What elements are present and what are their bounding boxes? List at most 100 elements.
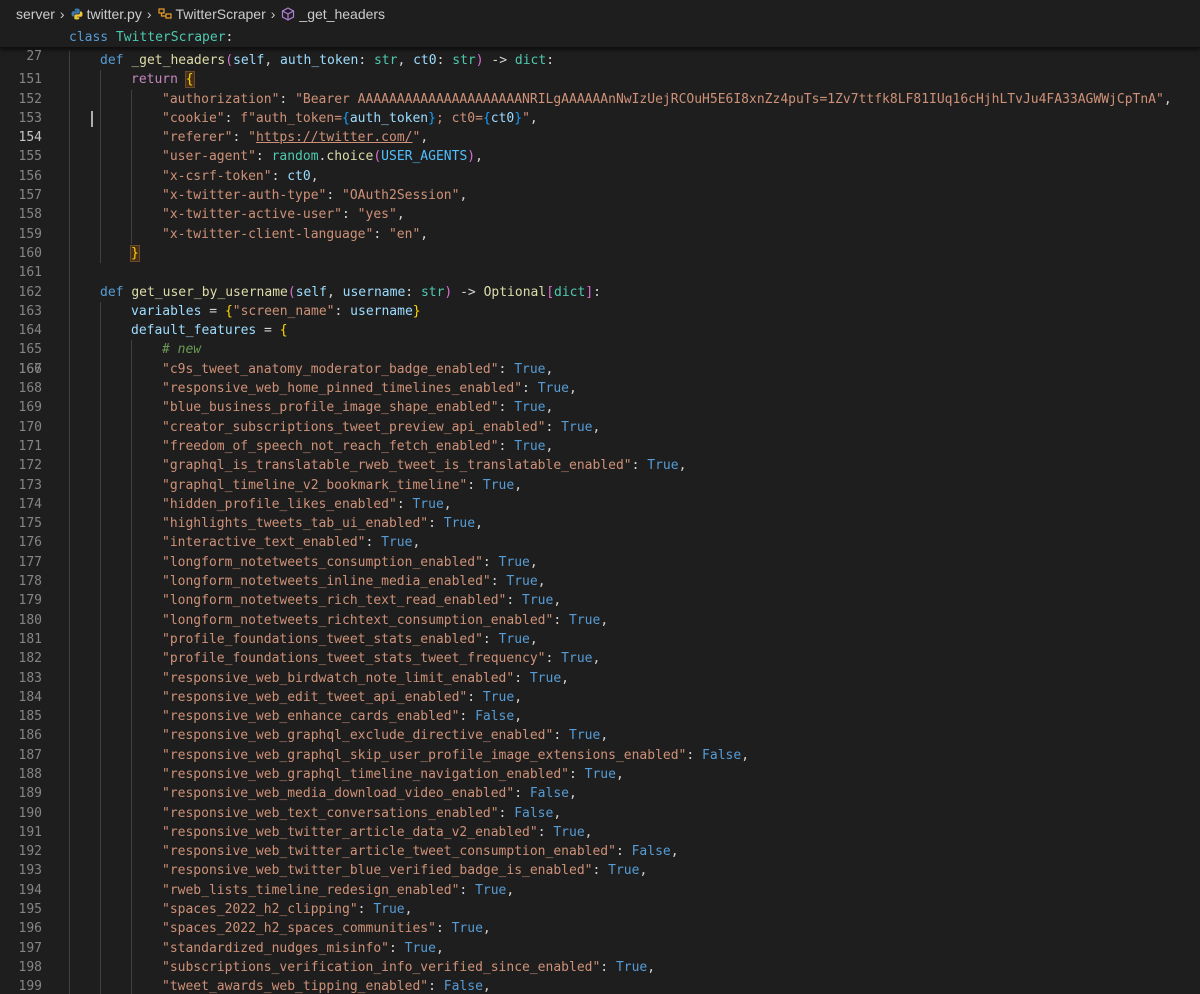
- line-number: 193: [18, 863, 42, 879]
- feature-line[interactable]: 173 "graphql_timeline_v2_bookmark_timelin…: [0, 475, 1200, 495]
- breadcrumb-label: twitter.py: [86, 6, 142, 22]
- feature-line[interactable]: 168 "responsive_web_home_pinned_timelines…: [0, 379, 1200, 399]
- feature-value: True: [404, 940, 436, 956]
- code-line-165[interactable]: 165 default_features = {: [0, 321, 1200, 357]
- line-number: 173: [18, 477, 42, 493]
- code-line-155[interactable]: 155 "referer": "https://twitter.com/",: [0, 128, 1200, 164]
- feature-line[interactable]: 171 "freedom_of_speech_not_reach_fetch_en…: [0, 436, 1200, 457]
- feature-line[interactable]: 199 "tweet_awards_web_tipping_enabled": F…: [0, 977, 1200, 994]
- feature-line[interactable]: 172 "graphql_is_translatable_rweb_tweet_i…: [0, 456, 1200, 476]
- feature-line[interactable]: 170 "creator_subscriptions_tweet_preview_…: [0, 417, 1200, 437]
- feature-key: "interactive_text_enabled": [162, 535, 366, 551]
- feature-line[interactable]: 174 "hidden_profile_likes_enabled": True,: [0, 494, 1200, 515]
- line-number: 169: [18, 400, 42, 416]
- line-number: 177: [18, 554, 42, 570]
- code-text: "x-twitter-active-user": "yes",: [162, 207, 405, 223]
- feature-line[interactable]: 184 "responsive_web_edit_tweet_api_enable…: [0, 687, 1200, 708]
- line-number: 167: [18, 361, 42, 377]
- feature-line[interactable]: 189 "responsive_web_media_download_video_…: [0, 784, 1200, 804]
- code-line-164[interactable]: 164 variables = {"screen_name": username…: [0, 301, 1200, 338]
- feature-value: True: [522, 593, 554, 609]
- code-line-157[interactable]: 157 "x-csrf-token": ct0,: [0, 166, 1200, 203]
- feature-key: "responsive_web_twitter_article_tweet_co…: [162, 844, 616, 860]
- code-line-156[interactable]: 156 "user-agent": random.choice(USER_AGE…: [0, 147, 1200, 184]
- sticky-scroll-header[interactable]: 27 class TwitterScraper:: [0, 28, 1200, 64]
- code-line-162[interactable]: 162: [0, 263, 1200, 300]
- code-text: "longform_notetweets_richtext_consumptio…: [162, 612, 609, 628]
- feature-key: "graphql_timeline_v2_bookmark_timeline": [162, 477, 468, 493]
- code-line-153[interactable]: 153 "authorization": "Bearer AAAAAAAAAAA…: [0, 89, 1200, 126]
- feature-line[interactable]: 194 "rweb_lists_timeline_redesign_enabled…: [0, 880, 1200, 901]
- code-line-152[interactable]: 152 return {: [0, 70, 1200, 107]
- code-text: "highlights_tweets_tab_ui_enabled": True…: [162, 516, 483, 532]
- feature-line[interactable]: 183 "responsive_web_birdwatch_note_limit_…: [0, 668, 1200, 688]
- feature-line[interactable]: 195 "spaces_2022_h2_clipping": True,: [0, 900, 1200, 920]
- feature-line[interactable]: 192 "responsive_web_twitter_article_tweet…: [0, 842, 1200, 862]
- code-text: "c9s_tweet_anatomy_moderator_badge_enabl…: [162, 361, 554, 377]
- feature-line[interactable]: 175 "highlights_tweets_tab_ui_enabled": T…: [0, 514, 1200, 534]
- feature-line[interactable]: 182 "profile_foundations_tweet_stats_twee…: [0, 649, 1200, 669]
- feature-line[interactable]: 186 "responsive_web_graphql_exclude_direc…: [0, 726, 1200, 746]
- feature-line[interactable]: 179 "longform_notetweets_rich_text_read_e…: [0, 591, 1200, 611]
- code-line-166[interactable]: 166 # new: [0, 340, 1200, 377]
- feature-line[interactable]: 169 "blue_business_profile_image_shape_en…: [0, 398, 1200, 418]
- feature-key: "hidden_profile_likes_enabled": [162, 496, 397, 512]
- feature-value: True: [584, 766, 616, 782]
- code-line-158[interactable]: 158 "x-twitter-auth-type": "OAuth2Sessio…: [0, 186, 1200, 222]
- code-text: "responsive_web_home_pinned_timelines_en…: [162, 381, 577, 397]
- line-number: 198: [18, 959, 42, 975]
- line-number: 170: [18, 419, 42, 435]
- feature-line[interactable]: 196 "spaces_2022_h2_spaces_communities": …: [0, 919, 1200, 939]
- line-number: 168: [18, 381, 42, 397]
- feature-line[interactable]: 198 "subscriptions_verification_info_veri…: [0, 957, 1200, 978]
- breadcrumb-item-method[interactable]: _get_headers: [281, 6, 385, 22]
- breadcrumb-item-file[interactable]: twitter.py: [71, 6, 142, 22]
- feature-value: True: [553, 824, 585, 840]
- breadcrumb-item-class[interactable]: TwitterScraper: [157, 6, 266, 22]
- code-line-159[interactable]: 159 "x-twitter-active-user": "yes",: [0, 205, 1200, 242]
- feature-line[interactable]: 176 "interactive_text_enabled": True,: [0, 533, 1200, 553]
- code-line: class TwitterScraper:: [69, 30, 234, 45]
- feature-line[interactable]: 185 "responsive_web_enhance_cards_enabled…: [0, 707, 1200, 727]
- line-number: 171: [18, 438, 42, 454]
- line-number: 175: [18, 516, 42, 532]
- feature-value: True: [498, 554, 530, 570]
- feature-line[interactable]: 181 "profile_foundations_tweet_stats_enab…: [0, 629, 1200, 650]
- feature-key: "spaces_2022_h2_spaces_communities": [162, 921, 436, 937]
- code-line-154[interactable]: 154 "cookie": f"auth_token={auth_token};…: [0, 108, 1200, 145]
- code-line-151[interactable]: 151 def _get_headers(self, auth_token: s…: [0, 51, 1200, 87]
- feature-key: "c9s_tweet_anatomy_moderator_badge_enabl…: [162, 361, 499, 377]
- feature-key: "responsive_web_enhance_cards_enabled": [162, 709, 460, 725]
- feature-line[interactable]: 187 "responsive_web_graphql_skip_user_pro…: [0, 745, 1200, 765]
- breadcrumb-item-server[interactable]: server: [16, 6, 55, 22]
- code-text: variables = {"screen_name": username}: [131, 303, 421, 319]
- code-text: "creator_subscriptions_tweet_preview_api…: [162, 419, 601, 435]
- code-text: "responsive_web_birdwatch_note_limit_ena…: [162, 670, 569, 686]
- feature-value: True: [514, 361, 546, 377]
- feature-line[interactable]: 197 "standardized_nudges_misinfo": True,: [0, 938, 1200, 958]
- feature-line[interactable]: 180 "longform_notetweets_richtext_consump…: [0, 610, 1200, 630]
- referer-link[interactable]: https://twitter.com/: [256, 130, 413, 145]
- feature-value: True: [529, 670, 562, 686]
- code-editor[interactable]: 151 def _get_headers(self, auth_token: s…: [0, 51, 1200, 994]
- feature-line[interactable]: 188 "responsive_web_graphql_timeline_navi…: [0, 764, 1200, 785]
- feature-value: True: [412, 496, 444, 512]
- feature-key: "freedom_of_speech_not_reach_fetch_enabl…: [162, 438, 499, 454]
- feature-line[interactable]: 177 "longform_notetweets_consumption_enab…: [0, 552, 1200, 573]
- feature-line[interactable]: 178 "longform_notetweets_inline_media_ena…: [0, 572, 1200, 592]
- feature-line[interactable]: 190 "responsive_web_text_conversations_en…: [0, 803, 1200, 823]
- chevron-right-icon: ›: [59, 6, 65, 22]
- breadcrumb-label: _get_headers: [299, 6, 386, 22]
- code-line-161[interactable]: 161 }: [0, 243, 1200, 280]
- code-text: "longform_notetweets_consumption_enabled…: [162, 554, 538, 570]
- code-text: "longform_notetweets_inline_media_enable…: [162, 574, 546, 590]
- code-line-163[interactable]: 163 def get_user_by_username(self, usern…: [0, 282, 1200, 319]
- feature-line[interactable]: 167 "c9s_tweet_anatomy_moderator_badge_en…: [0, 359, 1200, 380]
- line-number: 180: [18, 612, 42, 628]
- code-line-160[interactable]: 160 "x-twitter-client-language": "en",: [0, 224, 1200, 261]
- line-number: 176: [18, 535, 42, 551]
- feature-line[interactable]: 193 "responsive_web_twitter_blue_verified…: [0, 861, 1200, 881]
- feature-line[interactable]: 191 "responsive_web_twitter_article_data_…: [0, 822, 1200, 843]
- feature-key: "responsive_web_birdwatch_note_limit_ena…: [162, 670, 515, 686]
- feature-key: "longform_notetweets_rich_text_read_enab…: [162, 593, 507, 609]
